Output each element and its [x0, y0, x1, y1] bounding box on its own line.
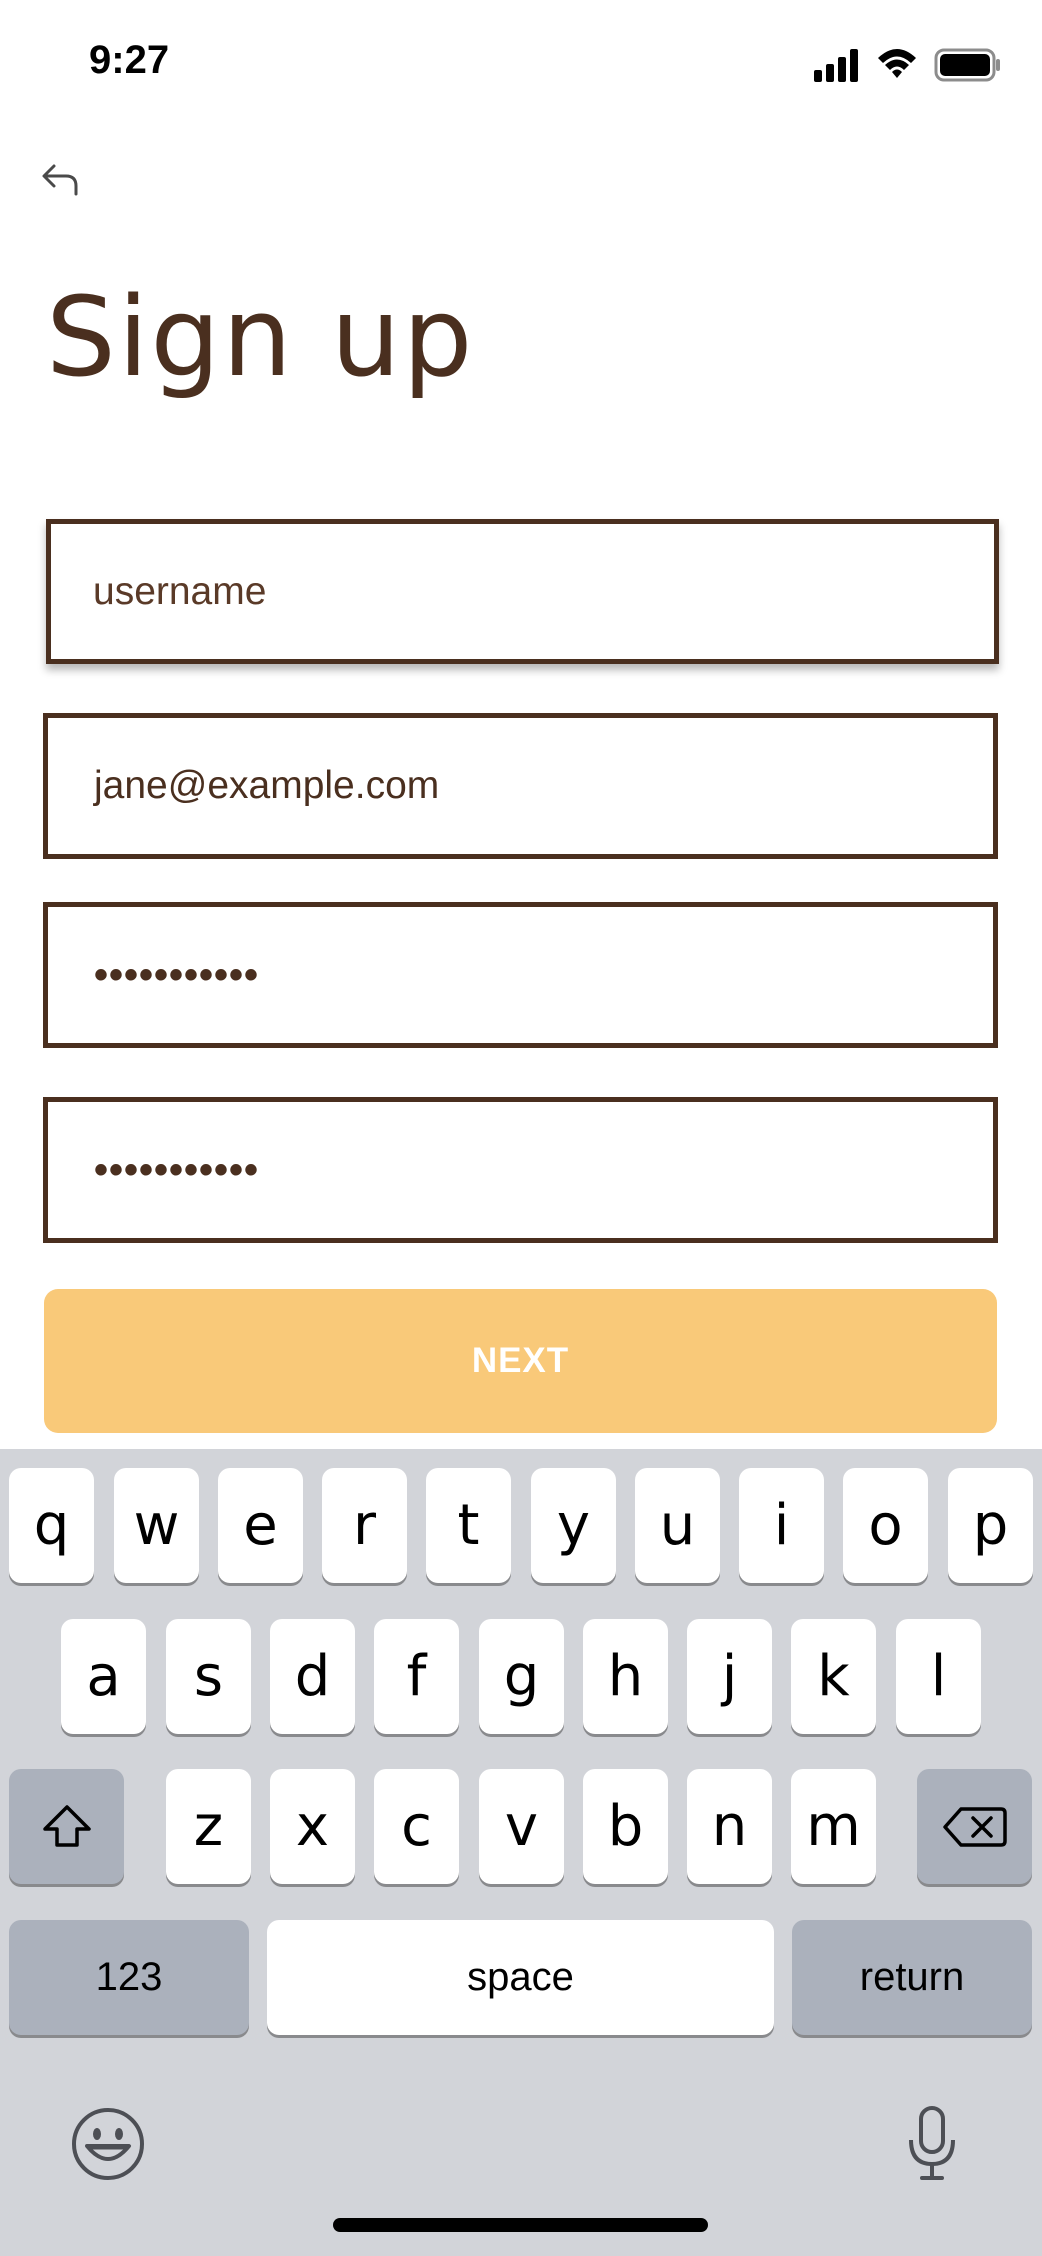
key-g[interactable]: g — [479, 1619, 564, 1734]
confirm-password-value: ••••••••••• — [94, 1147, 260, 1192]
key-q[interactable]: q — [9, 1468, 94, 1583]
key-v[interactable]: v — [479, 1769, 564, 1884]
username-placeholder: username — [93, 569, 267, 613]
key-a[interactable]: a — [61, 1619, 146, 1734]
email-input[interactable]: jane@example.com — [43, 713, 998, 859]
key-s[interactable]: s — [166, 1619, 251, 1734]
status-time: 9:27 — [89, 38, 170, 82]
key-n[interactable]: n — [687, 1769, 772, 1884]
microphone-icon — [909, 2106, 955, 2180]
home-indicator — [333, 2218, 708, 2232]
key-t[interactable]: t — [426, 1468, 511, 1583]
key-o[interactable]: o — [843, 1468, 928, 1583]
key-z[interactable]: z — [166, 1769, 251, 1884]
battery-icon — [934, 48, 1000, 82]
emoji-button[interactable] — [70, 2106, 146, 2182]
key-r[interactable]: r — [322, 1468, 407, 1583]
key-l[interactable]: l — [896, 1619, 981, 1734]
key-m[interactable]: m — [791, 1769, 876, 1884]
key-c[interactable]: c — [374, 1769, 459, 1884]
next-button[interactable]: NEXT — [44, 1289, 997, 1433]
key-k[interactable]: k — [791, 1619, 876, 1734]
key-h[interactable]: h — [583, 1619, 668, 1734]
microphone-button[interactable] — [904, 2104, 960, 2184]
key-y[interactable]: y — [531, 1468, 616, 1583]
backspace-key[interactable] — [917, 1769, 1032, 1884]
status-icons — [812, 44, 1002, 84]
backspace-icon — [942, 1806, 1007, 1847]
key-b[interactable]: b — [583, 1769, 668, 1884]
key-i[interactable]: i — [739, 1468, 824, 1583]
key-w[interactable]: w — [114, 1468, 199, 1583]
key-e[interactable]: e — [218, 1468, 303, 1583]
back-button[interactable] — [36, 158, 88, 210]
key-j[interactable]: j — [687, 1619, 772, 1734]
key-p[interactable]: p — [948, 1468, 1033, 1583]
signal-icon — [814, 49, 858, 82]
numbers-key[interactable]: 123 — [9, 1920, 249, 2035]
keyboard: q w e r t y u i o p a s d f g h j k l z … — [0, 1449, 1042, 2256]
key-u[interactable]: u — [635, 1468, 720, 1583]
back-arrow-icon — [42, 164, 78, 196]
email-value: jane@example.com — [94, 764, 440, 807]
next-button-label: NEXT — [471, 1341, 570, 1380]
password-input[interactable]: ••••••••••• — [43, 902, 998, 1048]
wifi-icon — [878, 49, 916, 78]
emoji-icon — [72, 2108, 144, 2180]
password-value: ••••••••••• — [94, 952, 260, 997]
page-title: Sign up — [46, 273, 475, 401]
confirm-password-input[interactable]: ••••••••••• — [43, 1097, 998, 1243]
key-x[interactable]: x — [270, 1769, 355, 1884]
shift-icon — [42, 1804, 91, 1847]
shift-key[interactable] — [9, 1769, 124, 1884]
key-f[interactable]: f — [374, 1619, 459, 1734]
return-key[interactable]: return — [792, 1920, 1032, 2035]
space-key[interactable]: space — [267, 1920, 774, 2035]
username-input[interactable]: username — [46, 519, 999, 664]
key-d[interactable]: d — [270, 1619, 355, 1734]
